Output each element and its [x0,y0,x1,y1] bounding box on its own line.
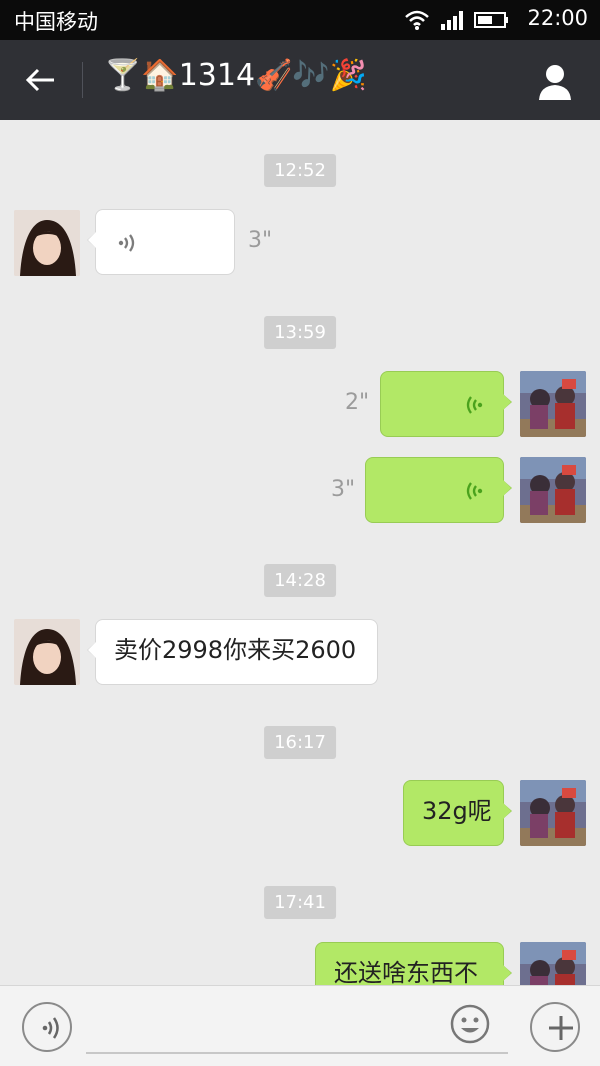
voice-mode-button[interactable] [22,1002,72,1052]
message-timestamp: 14:28 [264,564,336,597]
chat-area[interactable]: 12:52 3" 13:59 2" 3" 14:28 卖价2998你来买2600… [0,120,600,986]
status-bar: 中国移动 22:00 [0,0,600,40]
signal-icon [441,11,463,30]
voice-wave-icon [42,1017,59,1039]
voice-message-bubble[interactable] [87,209,235,275]
back-arrow-icon[interactable] [20,62,60,98]
chat-header: 🍸🏠1314🎻🎶🎉 [0,40,600,120]
voice-duration: 2" [345,390,370,415]
message-text: 还送啥东西不 [334,959,478,986]
battery-icon [474,12,508,28]
voice-wave-icon [466,396,483,414]
chat-title: 🍸🏠1314🎻🎶🎉 [104,58,368,93]
voice-duration: 3" [331,477,356,502]
voice-wave-icon [118,234,135,252]
message-timestamp: 16:17 [264,726,336,759]
text-message-bubble[interactable]: 卖价2998你来买2600 [87,619,378,685]
my-avatar[interactable] [520,457,586,523]
my-avatar[interactable] [520,780,586,846]
voice-wave-icon [466,482,483,500]
voice-message-bubble[interactable] [380,371,512,437]
input-bar [0,985,600,1066]
profile-icon[interactable] [534,60,576,102]
contact-avatar[interactable] [14,210,80,276]
status-icons [404,6,510,34]
clock: 22:00 [527,6,588,30]
message-timestamp: 12:52 [264,154,336,187]
message-input[interactable] [86,1052,508,1054]
text-message-bubble[interactable]: 32g呢 [403,780,512,846]
message-text: 卖价2998你来买2600 [114,636,357,664]
contact-avatar[interactable] [14,619,80,685]
message-timestamp: 17:41 [264,886,336,919]
wifi-icon [405,10,429,30]
plus-icon [549,1016,573,1040]
emoji-icon[interactable] [450,1004,490,1044]
my-avatar[interactable] [520,942,586,986]
voice-duration: 3" [248,228,273,253]
plus-button[interactable] [530,1002,580,1052]
carrier-name: 中国移动 [14,10,98,34]
message-timestamp: 13:59 [264,316,336,349]
my-avatar[interactable] [520,371,586,437]
header-divider [82,62,83,98]
voice-message-bubble[interactable] [365,457,512,523]
message-text: 32g呢 [422,797,492,825]
text-message-bubble[interactable]: 还送啥东西不 [315,942,512,986]
